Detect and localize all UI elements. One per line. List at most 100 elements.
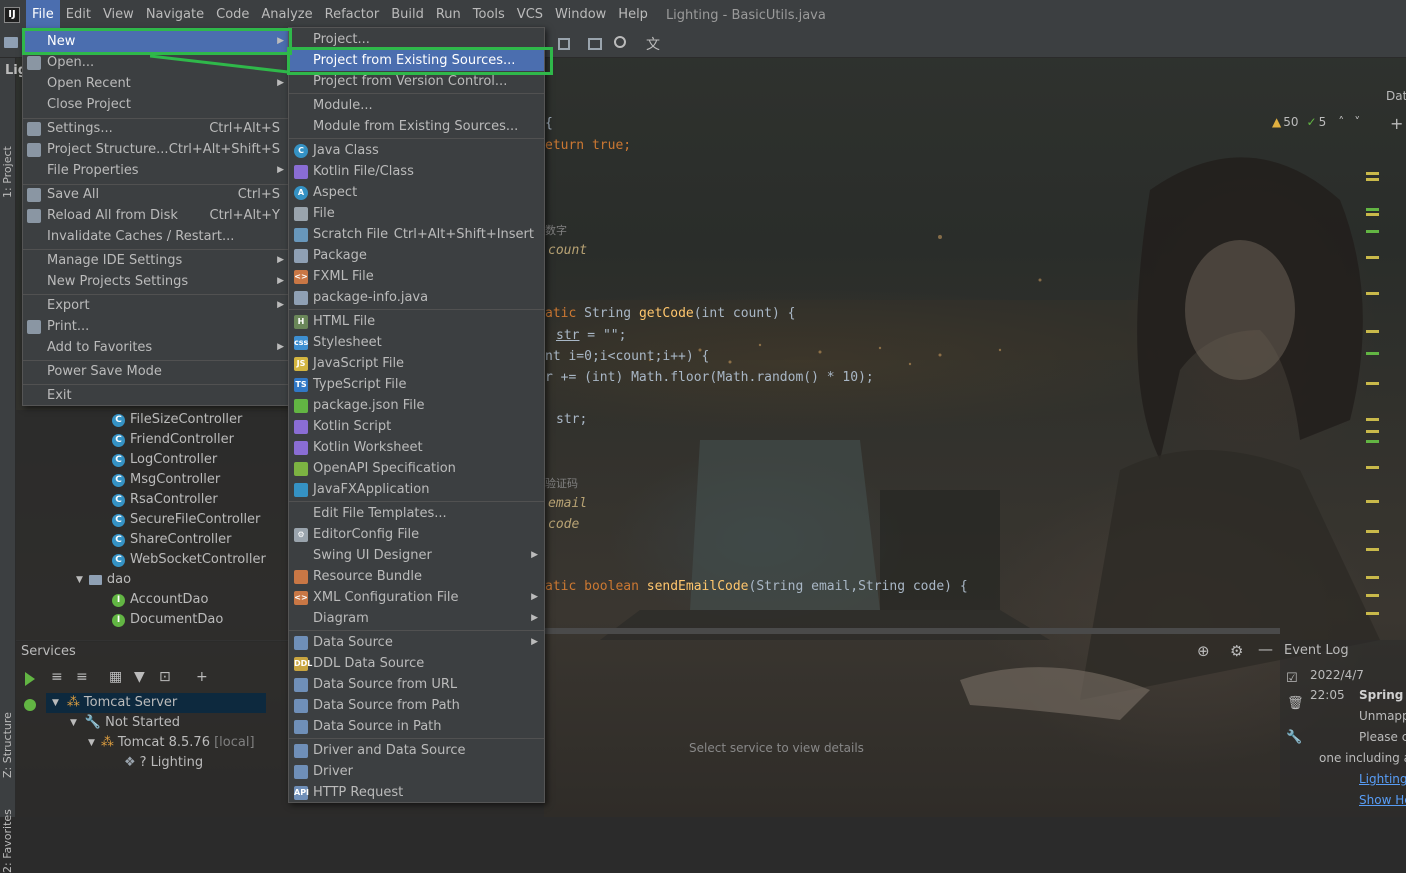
new-menu-item-driver[interactable]: Driver [289, 761, 544, 782]
collapse-all-icon[interactable]: ≡ [76, 669, 88, 685]
tomcat-server-node[interactable]: ▼ ⁂ Tomcat Server [52, 693, 177, 713]
tree-item[interactable]: C FriendController [112, 430, 234, 450]
filter-icon[interactable]: ▼ [134, 669, 145, 685]
search-icon[interactable] [614, 36, 626, 48]
mark-read-icon[interactable]: ☑ [1286, 671, 1298, 686]
code-editor[interactable]: { eturn true; 数字 count atic String getCo… [545, 88, 1380, 628]
new-menu-item-javafxapplication[interactable]: JavaFXApplication [289, 479, 544, 500]
menu-code[interactable]: Code [210, 0, 255, 30]
file-menu-item-export[interactable]: Export ▶ [23, 295, 288, 316]
file-menu-item-add-to-favorites[interactable]: Add to Favorites ▶ [23, 337, 288, 358]
new-menu-item-xml-configuration-file[interactable]: <> XML Configuration File ▶ [289, 587, 544, 608]
new-menu-item-package[interactable]: Package [289, 245, 544, 266]
new-menu-item-project-from-version-control[interactable]: Project from Version Control... [289, 71, 544, 92]
database-tool-tab[interactable]: Dat [1386, 89, 1406, 103]
tree-item[interactable]: C SecureFileController [112, 510, 260, 530]
new-menu-item-kotlin-script[interactable]: Kotlin Script [289, 416, 544, 437]
add-icon[interactable]: + [1390, 114, 1403, 133]
menu-build[interactable]: Build [385, 0, 430, 30]
new-menu-item-kotlin-worksheet[interactable]: Kotlin Worksheet [289, 437, 544, 458]
minimize-icon[interactable]: — [1258, 640, 1273, 658]
new-menu-item-package-json-file[interactable]: package.json File [289, 395, 544, 416]
translate-icon[interactable]: 文 [646, 34, 660, 54]
new-menu-item-fxml-file[interactable]: <> FXML File [289, 266, 544, 287]
tree-item[interactable]: I DocumentDao [112, 610, 223, 630]
new-menu-item-driver-and-data-source[interactable]: Driver and Data Source [289, 740, 544, 761]
new-menu-item-project-from-existing-sources[interactable]: Project from Existing Sources... [289, 50, 544, 71]
new-menu-item-stylesheet[interactable]: css Stylesheet [289, 332, 544, 353]
menu-window[interactable]: Window [549, 0, 612, 30]
lighting-artifact-node[interactable]: ❖? Lighting [124, 753, 203, 773]
new-menu-item-file[interactable]: File [289, 203, 544, 224]
tree-item[interactable]: C WebSocketController [112, 550, 266, 570]
file-menu-item-invalidate-caches-restart[interactable]: Invalidate Caches / Restart... [23, 226, 288, 247]
new-menu-item-ddl-data-source[interactable]: DDL DDL Data Source [289, 653, 544, 674]
new-menu-item-javascript-file[interactable]: JS JavaScript File [289, 353, 544, 374]
file-menu-item-close-project[interactable]: Close Project [23, 94, 288, 115]
favorites-tool-tab[interactable]: 2: Favorites [1, 809, 14, 873]
new-menu-item-scratch-file[interactable]: Scratch File Ctrl+Alt+Shift+Insert [289, 224, 544, 245]
file-menu-item-settings[interactable]: Settings... Ctrl+Alt+S [23, 118, 288, 139]
new-menu-item-package-info-java[interactable]: package-info.java [289, 287, 544, 308]
file-menu-item-print[interactable]: Print... [23, 316, 288, 337]
horizontal-scrollbar[interactable] [545, 628, 1280, 634]
file-menu-item-project-structure[interactable]: Project Structure... Ctrl+Alt+Shift+S [23, 139, 288, 160]
debug-icon[interactable] [24, 699, 36, 711]
new-menu-item-swing-ui-designer[interactable]: Swing UI Designer ▶ [289, 545, 544, 566]
new-menu-item-typescript-file[interactable]: TS TypeScript File [289, 374, 544, 395]
new-menu-item-project[interactable]: Project... [289, 29, 544, 50]
new-menu-item-module[interactable]: Module... [289, 95, 544, 116]
window-icon[interactable] [588, 38, 602, 50]
run-icon[interactable] [25, 672, 35, 686]
tree-item[interactable]: C RsaController [112, 490, 218, 510]
structure-tool-tab[interactable]: Z: Structure [1, 712, 14, 778]
new-menu-item-diagram[interactable]: Diagram ▶ [289, 608, 544, 629]
menu-navigate[interactable]: Navigate [140, 0, 210, 30]
new-menu-item-openapi-specification[interactable]: OpenAPI Specification [289, 458, 544, 479]
menu-help[interactable]: Help [612, 0, 654, 30]
menu-vcs[interactable]: VCS [511, 0, 549, 30]
new-menu-item-data-source[interactable]: Data Source ▶ [289, 632, 544, 653]
not-started-node[interactable]: ▼ 🔧 Not Started [70, 713, 180, 733]
new-menu-item-data-source-from-path[interactable]: Data Source from Path [289, 695, 544, 716]
new-menu-item-edit-file-templates[interactable]: Edit File Templates... [289, 503, 544, 524]
target-icon[interactable]: ⊕ [1197, 642, 1210, 660]
file-menu-item-power-save-mode[interactable]: Power Save Mode [23, 361, 288, 382]
new-tab-icon[interactable]: ⊡ [159, 669, 171, 685]
gear-icon[interactable]: ⚙ [1230, 642, 1243, 660]
project-tool-tab[interactable]: 1: Project [1, 146, 14, 198]
menu-view[interactable]: View [97, 0, 140, 30]
trash-icon[interactable]: 🗑 [1287, 696, 1304, 711]
menu-run[interactable]: Run [430, 0, 467, 30]
new-menu-item-data-source-in-path[interactable]: Data Source in Path [289, 716, 544, 737]
tree-item[interactable]: I AccountDao [112, 590, 208, 610]
menu-file[interactable]: File [26, 0, 60, 30]
file-menu-item-save-all[interactable]: Save All Ctrl+S [23, 184, 288, 205]
new-menu-item-resource-bundle[interactable]: Resource Bundle [289, 566, 544, 587]
tree-item[interactable]: C MsgController [112, 470, 220, 490]
tomcat-instance-node[interactable]: ▼ ⁂ Tomcat 8.5.76 [local] [88, 733, 255, 753]
menu-tools[interactable]: Tools [467, 0, 511, 30]
new-menu-item-http-request[interactable]: API HTTP Request [289, 782, 544, 803]
tree-item[interactable]: C FileSizeController [112, 410, 242, 430]
new-menu-item-aspect[interactable]: A Aspect [289, 182, 544, 203]
group-icon[interactable]: ▦ [109, 669, 122, 685]
menu-analyze[interactable]: Analyze [255, 0, 318, 30]
event-link[interactable]: Show He [1359, 793, 1406, 807]
tree-folder[interactable]: ▼ dao [76, 570, 131, 590]
file-menu-item-manage-ide-settings[interactable]: Manage IDE Settings ▶ [23, 250, 288, 271]
event-link[interactable]: Lighting [1359, 772, 1406, 786]
new-menu-item-java-class[interactable]: C Java Class [289, 140, 544, 161]
tree-item[interactable]: C ShareController [112, 530, 231, 550]
open-folder-icon[interactable] [4, 37, 18, 48]
tree-item[interactable]: C LogController [112, 450, 217, 470]
new-menu-item-html-file[interactable]: H HTML File [289, 311, 544, 332]
structure-icon[interactable] [558, 38, 570, 50]
expand-all-icon[interactable]: ≡ [51, 669, 63, 685]
file-menu-item-new-projects-settings[interactable]: New Projects Settings ▶ [23, 271, 288, 292]
new-menu-item-data-source-from-url[interactable]: Data Source from URL [289, 674, 544, 695]
file-menu-item-file-properties[interactable]: File Properties ▶ [23, 160, 288, 181]
new-menu-item-kotlin-file-class[interactable]: Kotlin File/Class [289, 161, 544, 182]
new-menu-item-editorconfig-file[interactable]: ⚙ EditorConfig File [289, 524, 544, 545]
file-menu-item-reload-all-from-disk[interactable]: Reload All from Disk Ctrl+Alt+Y [23, 205, 288, 226]
